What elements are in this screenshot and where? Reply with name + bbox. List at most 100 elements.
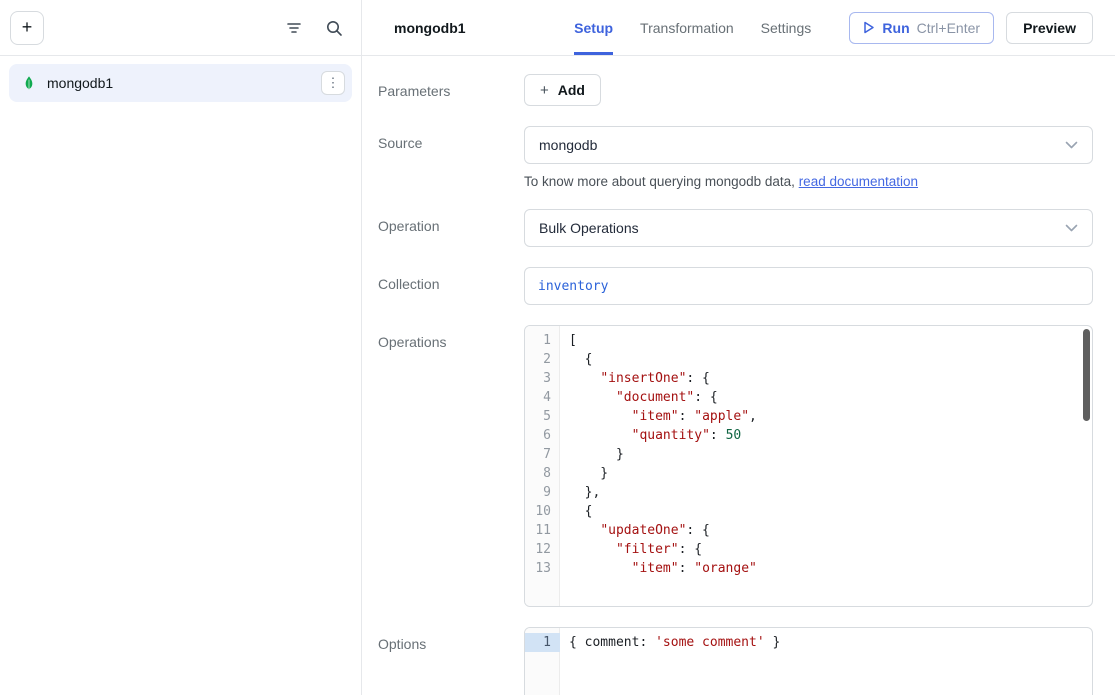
code-text: "updateOne": { — [560, 521, 710, 540]
line-number: 9 — [525, 483, 560, 502]
code-line: 11 "updateOne": { — [525, 521, 1092, 540]
source-control: mongodb To know more about querying mong… — [524, 126, 1093, 189]
line-number: 1 — [525, 633, 560, 652]
query-list: mongodb1 ⋮ — [0, 56, 361, 110]
sidebar-header-actions — [285, 19, 343, 37]
operation-label: Operation — [378, 209, 524, 234]
run-shortcut-hint: Ctrl+Enter — [917, 20, 980, 36]
source-row: Source mongodb To know more about queryi… — [362, 108, 1115, 191]
line-number: 13 — [525, 559, 560, 578]
line-number: 7 — [525, 445, 560, 464]
parameters-row: Parameters + Add — [362, 56, 1115, 108]
parameters-label: Parameters — [378, 74, 524, 99]
operations-code-editor[interactable]: 1[2 {3 "insertOne": {4 "document": {5 "i… — [524, 325, 1093, 607]
parameters-control: + Add — [524, 74, 1093, 106]
sidebar-header: + — [0, 0, 361, 56]
code-line: 7 } — [525, 445, 1092, 464]
tab-settings[interactable]: Settings — [761, 0, 812, 55]
play-icon — [863, 21, 875, 34]
preview-button[interactable]: Preview — [1006, 12, 1093, 44]
code-text: { comment: 'some comment' } — [560, 633, 780, 652]
add-parameter-button[interactable]: + Add — [524, 74, 601, 106]
line-number: 11 — [525, 521, 560, 540]
options-code-editor[interactable]: 1{ comment: 'some comment' } — [524, 627, 1093, 695]
kebab-icon: ⋮ — [327, 75, 340, 91]
chevron-down-icon — [1065, 224, 1078, 233]
code-text: }, — [560, 483, 600, 502]
source-label: Source — [378, 126, 524, 151]
operations-code-lines: 1[2 {3 "insertOne": {4 "document": {5 "i… — [525, 326, 1092, 583]
code-text: "item": "orange" — [560, 559, 757, 578]
tab-setup[interactable]: Setup — [574, 0, 613, 55]
query-sidebar: + — [0, 0, 362, 695]
operations-row: Operations 1[2 {3 "insertOne": {4 "docum… — [362, 307, 1115, 609]
code-text: "quantity": 50 — [560, 426, 741, 445]
options-label: Options — [378, 627, 524, 652]
code-text: "document": { — [560, 388, 718, 407]
line-number: 3 — [525, 369, 560, 388]
options-row: Options 1{ comment: 'some comment' } — [362, 609, 1115, 695]
chevron-down-icon — [1065, 141, 1078, 150]
code-text: } — [560, 464, 608, 483]
mongodb-leaf-icon — [21, 75, 37, 91]
add-parameter-label: Add — [558, 82, 585, 98]
filter-icon[interactable] — [285, 19, 303, 37]
code-text: [ — [560, 331, 577, 350]
line-number: 10 — [525, 502, 560, 521]
tab-transformation[interactable]: Transformation — [640, 0, 734, 55]
query-title: mongodb1 — [394, 20, 562, 36]
plus-icon: + — [540, 83, 549, 98]
query-editor-header: mongodb1 Setup Transformation Settings R… — [362, 0, 1115, 56]
collection-input-value: inventory — [538, 279, 608, 294]
code-text: "insertOne": { — [560, 369, 710, 388]
run-button-label: Run — [882, 20, 909, 36]
operation-select-value: Bulk Operations — [539, 220, 639, 236]
code-text: { — [560, 502, 592, 521]
run-button[interactable]: Run Ctrl+Enter — [849, 12, 994, 44]
line-number: 8 — [525, 464, 560, 483]
source-helper-text: To know more about querying mongodb data… — [524, 174, 1093, 189]
code-text: "filter": { — [560, 540, 702, 559]
operation-select[interactable]: Bulk Operations — [524, 209, 1093, 247]
code-line: 4 "document": { — [525, 388, 1092, 407]
editor-scrollbar[interactable] — [1083, 328, 1090, 604]
operation-row: Operation Bulk Operations — [362, 191, 1115, 249]
code-line: 3 "insertOne": { — [525, 369, 1092, 388]
query-item-menu-button[interactable]: ⋮ — [321, 71, 345, 95]
code-line: 8 } — [525, 464, 1092, 483]
code-line: 10 { — [525, 502, 1092, 521]
line-number: 2 — [525, 350, 560, 369]
source-select-value: mongodb — [539, 137, 597, 153]
source-select[interactable]: mongodb — [524, 126, 1093, 164]
plus-icon: + — [22, 17, 33, 38]
collection-control: inventory — [524, 267, 1093, 305]
collection-label: Collection — [378, 267, 524, 292]
code-line: 1[ — [525, 331, 1092, 350]
scrollbar-thumb[interactable] — [1083, 329, 1090, 421]
line-number: 4 — [525, 388, 560, 407]
operation-control: Bulk Operations — [524, 209, 1093, 247]
add-query-button[interactable]: + — [10, 11, 44, 45]
read-documentation-link[interactable]: read documentation — [799, 174, 918, 189]
query-form: Parameters + Add Source mongodb — [362, 56, 1115, 695]
app-window: + — [0, 0, 1115, 695]
collection-input[interactable]: inventory — [524, 267, 1093, 305]
line-number: 5 — [525, 407, 560, 426]
code-text: } — [560, 445, 624, 464]
collection-row: Collection inventory — [362, 249, 1115, 307]
operations-label: Operations — [378, 325, 524, 350]
code-line: 12 "filter": { — [525, 540, 1092, 559]
code-text: "item": "apple", — [560, 407, 757, 426]
query-list-item-mongodb1[interactable]: mongodb1 ⋮ — [9, 64, 352, 102]
options-control: 1{ comment: 'some comment' } — [524, 627, 1093, 695]
code-line: 9 }, — [525, 483, 1092, 502]
header-buttons: Run Ctrl+Enter Preview — [849, 12, 1093, 44]
editor-tabs: Setup Transformation Settings — [574, 0, 811, 55]
query-editor-panel: mongodb1 Setup Transformation Settings R… — [362, 0, 1115, 695]
code-line: 6 "quantity": 50 — [525, 426, 1092, 445]
options-code-lines: 1{ comment: 'some comment' } — [525, 628, 1092, 657]
line-number: 12 — [525, 540, 560, 559]
search-icon[interactable] — [325, 19, 343, 37]
helper-prefix: To know more about querying mongodb data… — [524, 174, 799, 189]
code-line: 2 { — [525, 350, 1092, 369]
